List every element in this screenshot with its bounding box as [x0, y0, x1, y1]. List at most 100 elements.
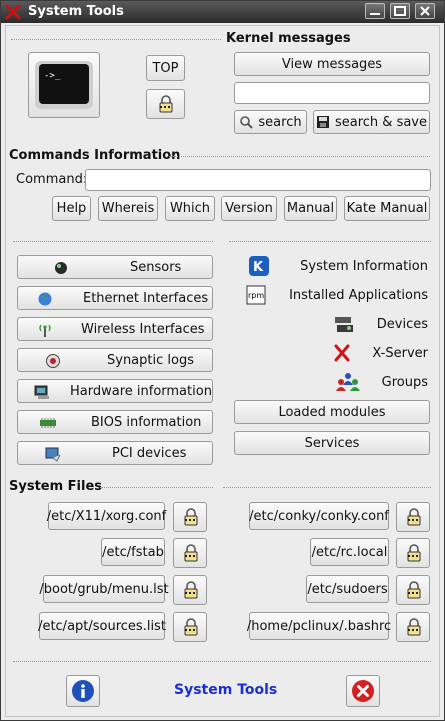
whereis-button[interactable]: Whereis — [98, 196, 158, 221]
bios-info-label: BIOS information — [91, 415, 202, 430]
ethernet-button[interactable]: Ethernet Interfaces — [17, 286, 213, 310]
exit-button[interactable] — [346, 675, 380, 707]
lock-icon — [407, 508, 421, 526]
command-label: Command: — [16, 172, 88, 187]
groups-label: Groups — [381, 374, 428, 390]
lock-icon — [407, 618, 421, 636]
file-menu-lst-button[interactable]: /boot/grub/menu.lst — [39, 575, 169, 603]
lock-menu-lst-button[interactable] — [173, 575, 207, 605]
lock-sources-list-button[interactable] — [173, 612, 207, 642]
separator — [13, 241, 213, 242]
devices-label: Devices — [376, 316, 428, 332]
close-window-button[interactable] — [415, 3, 435, 19]
file-bashrc-button[interactable]: /home/pclinux/.bashrc — [247, 612, 391, 640]
file-sudoers-button[interactable]: /etc/sudoers — [306, 575, 389, 603]
bios-chip-icon — [40, 418, 56, 428]
maximize-button[interactable] — [390, 3, 410, 19]
lock-conky-conf-button[interactable] — [396, 502, 430, 532]
rpm-icon: rpm — [246, 285, 266, 305]
info-icon — [72, 680, 94, 702]
svg-text:->_: ->_ — [44, 71, 61, 81]
lock-icon — [407, 544, 421, 562]
system-information-label: System Information — [300, 258, 428, 274]
devices-item[interactable]: Devices — [333, 313, 428, 335]
x-server-icon — [334, 344, 350, 362]
search-label: search — [258, 114, 302, 130]
window-title: System Tools — [28, 4, 124, 19]
hardware-info-label: Hardware information — [70, 384, 212, 399]
ethernet-label: Ethernet Interfaces — [83, 291, 209, 306]
pci-icon — [45, 447, 61, 462]
groups-item[interactable]: Groups — [335, 371, 428, 393]
lock-sudoers-button[interactable] — [396, 575, 430, 605]
manual-button[interactable]: Manual — [284, 196, 337, 221]
app-x-icon — [5, 4, 21, 20]
loaded-modules-button[interactable]: Loaded modules — [234, 400, 430, 424]
groups-icon — [335, 373, 360, 391]
kernel-messages-heading: Kernel messages — [226, 31, 351, 46]
hardware-icon — [34, 385, 49, 399]
separator — [13, 661, 431, 662]
title-bar[interactable]: System Tools — [1, 1, 444, 23]
info-button[interactable] — [66, 675, 100, 707]
kate-manual-button[interactable]: Kate Manual — [344, 196, 430, 221]
search-save-label: search & save — [334, 114, 427, 130]
separator — [229, 241, 431, 242]
file-conky-conf-button[interactable]: /etc/conky/conky.conf — [249, 502, 389, 530]
version-button[interactable]: Version — [221, 196, 277, 221]
pci-devices-button[interactable]: PCI devices — [17, 441, 213, 465]
root-lock-button[interactable] — [146, 89, 185, 119]
synaptic-logs-button[interactable]: Synaptic logs — [17, 348, 213, 372]
help-button[interactable]: Help — [52, 196, 91, 221]
wireless-icon — [39, 324, 51, 337]
sensors-button[interactable]: Sensors — [17, 255, 213, 279]
hardware-info-button[interactable]: Hardware information — [17, 379, 213, 403]
globe-icon — [38, 292, 52, 306]
services-button[interactable]: Services — [234, 431, 430, 455]
sensors-label: Sensors — [130, 260, 182, 275]
separator — [98, 487, 213, 488]
lock-fstab-button[interactable] — [173, 538, 207, 568]
synaptic-logs-label: Synaptic logs — [107, 353, 194, 368]
lock-icon — [184, 581, 198, 599]
pci-devices-label: PCI devices — [112, 446, 187, 461]
kde-icon: K — [249, 256, 270, 276]
lock-icon — [407, 581, 421, 599]
terminal-button[interactable]: ->_ — [28, 52, 100, 118]
search-button[interactable]: search — [234, 110, 307, 134]
file-fstab-button[interactable]: /etc/fstab — [101, 538, 165, 566]
file-xorg-conf-button[interactable]: /etc/X11/xorg.conf — [47, 502, 166, 530]
x-server-label: X-Server — [372, 345, 428, 361]
search-save-button[interactable]: search & save — [313, 110, 430, 134]
system-tools-window: System Tools ->_ TOP Kernel messages Vie… — [0, 0, 445, 721]
x-server-item[interactable]: X-Server — [331, 342, 428, 364]
top-button[interactable]: TOP — [146, 55, 185, 81]
wireless-button[interactable]: Wireless Interfaces — [17, 317, 213, 341]
file-rc-local-button[interactable]: /etc/rc.local — [310, 538, 389, 566]
command-input[interactable] — [85, 169, 431, 191]
lock-icon — [184, 508, 198, 526]
wireless-label: Wireless Interfaces — [81, 322, 205, 337]
synaptic-icon — [46, 354, 60, 368]
devices-icon — [334, 317, 353, 332]
view-messages-button[interactable]: View messages — [234, 52, 430, 76]
lock-icon — [184, 544, 198, 562]
system-information-item[interactable]: K System Information — [248, 255, 428, 277]
bios-info-button[interactable]: BIOS information — [17, 410, 213, 434]
lock-bashrc-button[interactable] — [396, 612, 430, 642]
search-icon — [240, 116, 254, 129]
lock-xorg-conf-button[interactable] — [173, 502, 207, 532]
separator — [223, 487, 431, 488]
sensors-icon — [55, 262, 67, 274]
lock-rc-local-button[interactable] — [396, 538, 430, 568]
save-disk-icon — [316, 116, 329, 128]
svg-text:K: K — [253, 260, 264, 275]
installed-applications-item[interactable]: rpm Installed Applications — [245, 284, 428, 306]
which-button[interactable]: Which — [165, 196, 215, 221]
terminal-icon: ->_ — [35, 61, 93, 109]
file-sources-list-button[interactable]: /etc/apt/sources.list — [38, 612, 166, 640]
minimize-button[interactable] — [365, 3, 385, 19]
kernel-search-input[interactable] — [234, 82, 430, 104]
commands-heading: Commands Information — [9, 148, 181, 163]
close-icon — [420, 6, 430, 16]
